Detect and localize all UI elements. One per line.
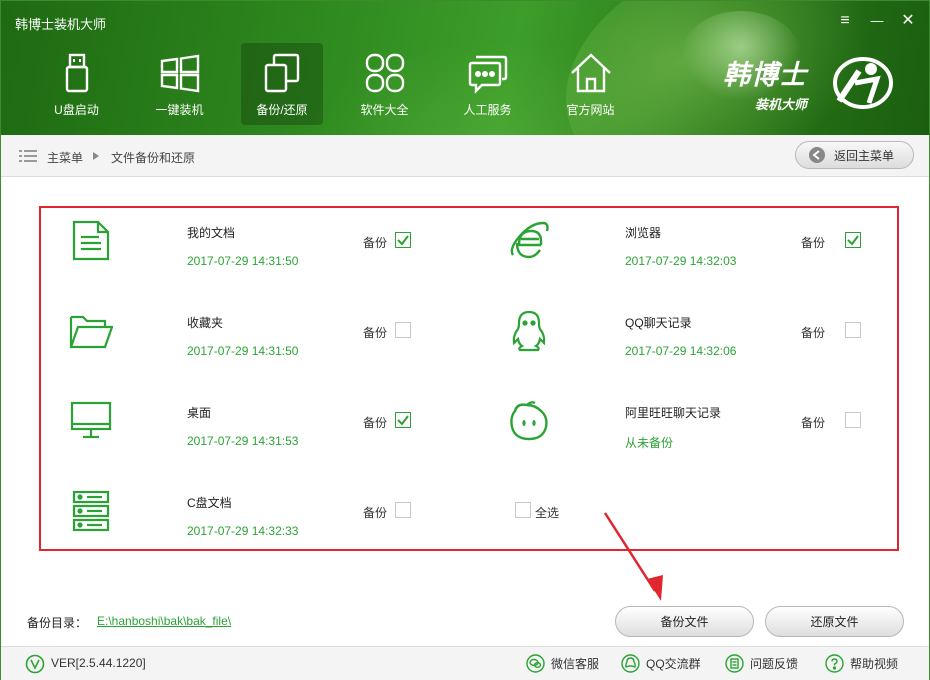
- backup-checkbox-wangwang-history[interactable]: [845, 412, 861, 428]
- nav-one-click-install[interactable]: 一键装机: [128, 43, 231, 125]
- select-all-checkbox[interactable]: [515, 502, 531, 518]
- brand: 韩博士 装机大师: [723, 53, 807, 113]
- item-date: 2017-07-29 14:32:03: [625, 254, 737, 268]
- nav-label: 一键装机: [155, 103, 204, 117]
- help-icon: [825, 654, 844, 673]
- nav-label: 备份/还原: [256, 103, 308, 117]
- footer-link-label: 微信客服: [551, 657, 600, 671]
- qq-icon: [621, 654, 640, 673]
- backup-checkbox-c-drive-docs[interactable]: [395, 502, 411, 518]
- qq-penguin-icon: [512, 310, 546, 352]
- usb-icon: [65, 53, 88, 93]
- feedback-icon: [725, 654, 744, 673]
- backup-dir-label: 备份目录：: [27, 616, 88, 630]
- brand-name: 韩博士: [723, 60, 807, 90]
- nav-usb-boot[interactable]: U盘启动: [25, 43, 128, 125]
- header-banner: 韩博士装机大师 ≡ — ✕ U盘启动 一键装机 备份/还原 软件大全 人工服务 …: [1, 1, 929, 135]
- feedback-link[interactable]: 问题反馈: [725, 654, 798, 673]
- main-nav: U盘启动 一键装机 备份/还原 软件大全 人工服务 官方网站: [25, 43, 642, 125]
- backup-checkbox-my-documents[interactable]: [395, 232, 411, 248]
- item-name: 阿里旺旺聊天记录: [625, 406, 722, 420]
- back-to-main-button[interactable]: 返回主菜单: [795, 141, 914, 169]
- qq-group-link[interactable]: QQ交流群: [621, 654, 701, 673]
- brand-subtitle: 装机大师: [755, 97, 808, 112]
- backup-checkbox-qq-history[interactable]: [845, 322, 861, 338]
- backup-restore-icon: [264, 53, 300, 93]
- backup-label: 备份: [801, 236, 826, 250]
- document-icon: [72, 220, 110, 261]
- folder-icon: [69, 315, 113, 349]
- restore-files-button[interactable]: 还原文件: [765, 606, 904, 637]
- wechat-support-link[interactable]: 微信客服: [526, 654, 599, 673]
- help-video-link[interactable]: 帮助视频: [825, 654, 898, 673]
- menu-icon[interactable]: ≡: [835, 11, 855, 31]
- nav-label: 人工服务: [463, 103, 512, 117]
- server-drive-icon: [72, 490, 110, 532]
- item-name: 我的文档: [187, 226, 236, 240]
- backup-label: 备份: [363, 326, 388, 340]
- windows-icon: [160, 54, 199, 93]
- app-window: 韩博士装机大师 ≡ — ✕ U盘启动 一键装机 备份/还原 软件大全 人工服务 …: [0, 0, 930, 680]
- back-button-label: 返回主菜单: [834, 148, 895, 163]
- nav-label: 软件大全: [360, 103, 409, 117]
- backup-checkbox-desktop[interactable]: [395, 412, 411, 428]
- breadcrumb: 主菜单 文件备份和还原 返回主菜单: [1, 135, 929, 177]
- chat-icon: [468, 55, 507, 94]
- minimize-button[interactable]: —: [867, 11, 887, 31]
- apps-grid-icon: [365, 53, 404, 93]
- item-date: 2017-07-29 14:31:53: [187, 434, 299, 448]
- list-icon: [19, 150, 37, 162]
- backup-files-button[interactable]: 备份文件: [615, 606, 754, 637]
- backup-label: 备份: [363, 416, 388, 430]
- back-arrow-icon: [809, 147, 825, 163]
- check-icon: [397, 415, 409, 426]
- item-date: 2017-07-29 14:32:33: [187, 524, 299, 538]
- nav-software[interactable]: 软件大全: [333, 43, 436, 125]
- wechat-icon: [526, 654, 545, 673]
- breadcrumb-root[interactable]: 主菜单: [47, 149, 83, 166]
- backup-items-highlight: [39, 206, 899, 551]
- item-name: 收藏夹: [187, 316, 224, 330]
- backup-label: 备份: [801, 416, 826, 430]
- ie-browser-icon: [510, 221, 549, 259]
- item-date: 2017-07-29 14:32:06: [625, 344, 737, 358]
- item-name: 浏览器: [625, 226, 662, 240]
- item-date: 从未备份: [625, 436, 674, 450]
- item-date: 2017-07-29 14:31:50: [187, 254, 299, 268]
- version-text: VER[2.5.44.1220]: [51, 656, 146, 670]
- breadcrumb-current: 文件备份和还原: [111, 151, 196, 165]
- backup-label: 备份: [363, 506, 388, 520]
- nav-service[interactable]: 人工服务: [436, 43, 539, 125]
- footer-bar: VER[2.5.44.1220] 微信客服 QQ交流群 问题反馈 帮助视频: [1, 646, 929, 680]
- nav-label: 官方网站: [566, 103, 615, 117]
- backup-checkbox-favorites[interactable]: [395, 322, 411, 338]
- monitor-icon: [70, 401, 112, 439]
- app-title: 韩博士装机大师: [15, 17, 107, 32]
- brand-logo-icon: [833, 57, 893, 109]
- backup-label: 备份: [801, 326, 826, 340]
- check-icon: [847, 235, 859, 246]
- chevron-right-icon: [93, 152, 99, 160]
- item-name: QQ聊天记录: [625, 316, 692, 330]
- annotation-arrow: [603, 512, 663, 601]
- backup-dir-path-link[interactable]: E:\hanboshi\bak\bak_file\: [97, 614, 231, 628]
- version-icon: [25, 654, 45, 674]
- backup-label: 备份: [363, 236, 388, 250]
- nav-website[interactable]: 官方网站: [539, 43, 642, 125]
- select-all-label[interactable]: 全选: [535, 504, 559, 521]
- item-name: 桌面: [187, 406, 212, 420]
- backup-checkbox-browser[interactable]: [845, 232, 861, 248]
- footer-link-label: QQ交流群: [646, 657, 701, 671]
- item-name: C盘文档: [187, 496, 232, 510]
- check-icon: [397, 235, 409, 246]
- nav-label: U盘启动: [54, 103, 99, 117]
- item-date: 2017-07-29 14:31:50: [187, 344, 299, 358]
- nav-backup-restore[interactable]: 备份/还原: [241, 43, 323, 125]
- home-icon: [570, 53, 611, 93]
- close-button[interactable]: ✕: [898, 11, 918, 31]
- footer-link-label: 帮助视频: [850, 657, 899, 671]
- wangwang-icon: [510, 401, 548, 441]
- footer-link-label: 问题反馈: [750, 657, 799, 671]
